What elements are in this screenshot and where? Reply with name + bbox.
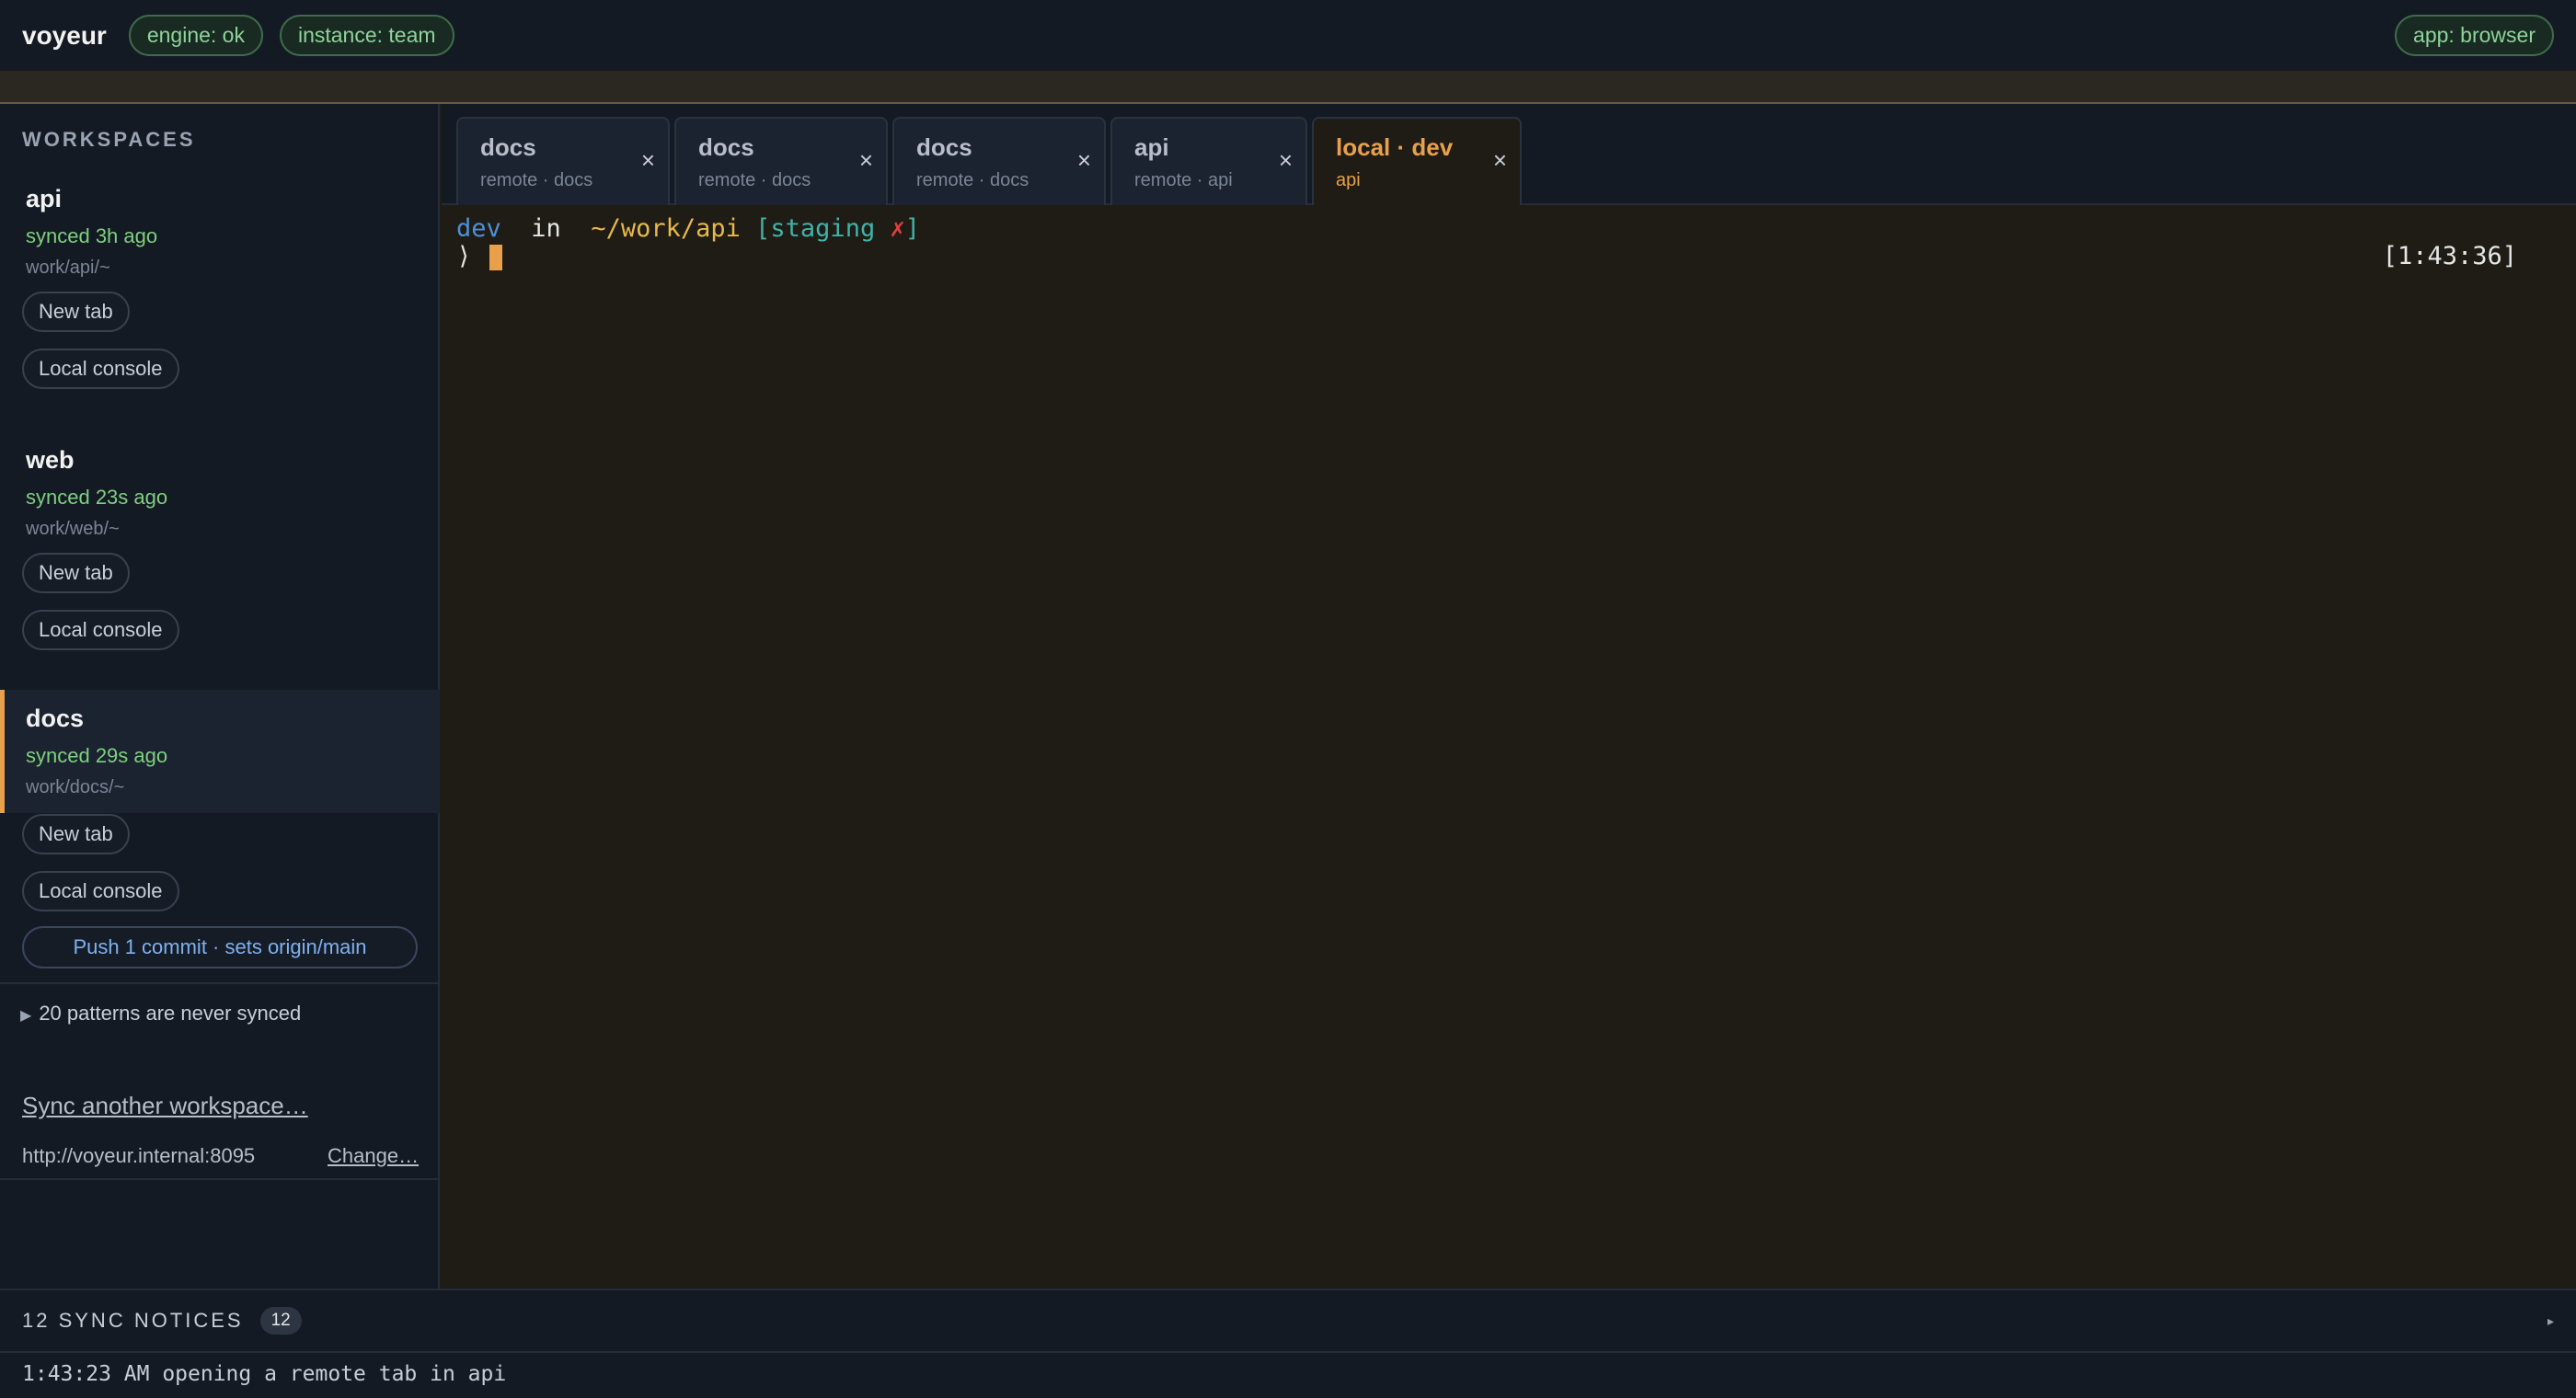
close-icon[interactable]: ×: [641, 146, 655, 175]
sync-notices-title: 12 SYNC NOTICES: [22, 1309, 244, 1332]
close-icon[interactable]: ×: [1493, 146, 1507, 175]
tab-title: api: [1134, 133, 1169, 161]
never-synced-patterns-toggle[interactable]: ▶ 20 patterns are never synced: [20, 1002, 301, 1026]
tab-subtitle: remote · docs: [916, 170, 1029, 190]
new-tab-button[interactable]: New tab: [22, 292, 130, 332]
workspace-web: web synced 23s ago work/web/~: [0, 439, 440, 562]
terminal-cursor: [489, 244, 503, 270]
workspace-path: work/web/~: [26, 519, 120, 539]
local-console-button[interactable]: Local console: [22, 349, 179, 389]
workspace-name: api: [26, 185, 63, 212]
push-commit-button[interactable]: Push 1 commit · sets origin/main: [22, 926, 418, 968]
change-server-link[interactable]: Change…: [328, 1144, 419, 1168]
prompt-path: ~/work/api: [591, 214, 741, 243]
tab-local-dev[interactable]: local · dev api ×: [1312, 117, 1522, 205]
app-badge: app: browser: [2395, 15, 2554, 56]
workspace-path: work/api/~: [26, 258, 110, 278]
workspace-docs: docs synced 29s ago work/docs/~: [0, 690, 440, 813]
terminal-timestamp: [1:43:36]: [2382, 242, 2517, 270]
prompt-user: dev: [456, 214, 501, 243]
instance-badge: instance: team: [279, 15, 454, 56]
prompt-branch: [staging: [755, 214, 876, 243]
close-icon[interactable]: ×: [1279, 146, 1293, 175]
tab-title: docs: [916, 133, 972, 161]
terminal-prompt-line: dev in ~/work/api [staging ✗]: [456, 214, 920, 243]
workspace-header[interactable]: api synced 3h ago work/api/~: [0, 178, 440, 301]
never-synced-patterns-label: 20 patterns are never synced: [39, 1002, 302, 1025]
prompt-branch-close: ]: [904, 214, 920, 243]
workspace-sync-status: synced 3h ago: [26, 224, 158, 247]
workspace-path: work/docs/~: [26, 777, 125, 797]
workspace-header[interactable]: web synced 23s ago work/web/~: [0, 439, 440, 562]
sync-another-workspace-link[interactable]: Sync another workspace…: [22, 1092, 308, 1120]
terminal[interactable]: dev in ~/work/api [staging ✗] ⟩ [1:43:36…: [442, 207, 2576, 1289]
tab-title: local · dev: [1336, 133, 1454, 161]
workspace-name: docs: [26, 705, 85, 732]
workspace-sync-status: synced 23s ago: [26, 486, 168, 509]
local-console-button[interactable]: Local console: [22, 610, 179, 650]
tab-docs-1[interactable]: docs remote · docs ×: [456, 117, 670, 205]
divider: [0, 982, 440, 984]
notice-strip: [0, 71, 2576, 104]
tab-title: docs: [698, 133, 754, 161]
tab-docs-2[interactable]: docs remote · docs ×: [674, 117, 888, 205]
top-bar: voyeur engine: ok instance: team app: br…: [0, 0, 2576, 71]
app-brand: voyeur: [22, 20, 107, 50]
triangle-right-icon: ▶: [20, 1008, 32, 1024]
terminal-input-line: ⟩: [456, 242, 503, 270]
close-icon[interactable]: ×: [859, 146, 873, 175]
tab-subtitle: remote · api: [1134, 170, 1233, 190]
tab-subtitle: remote · docs: [480, 170, 593, 190]
prompt-in: in: [531, 214, 561, 243]
workspace-sync-status: synced 29s ago: [26, 744, 168, 767]
tab-api[interactable]: api remote · api ×: [1110, 117, 1307, 205]
dirty-mark-icon: ✗: [890, 214, 905, 243]
sync-notices-count-badge: 12: [259, 1307, 302, 1335]
prompt-symbol: ⟩: [456, 242, 472, 270]
new-tab-button[interactable]: New tab: [22, 814, 130, 854]
tab-bar: docs remote · docs × docs remote · docs …: [442, 104, 2576, 205]
close-icon[interactable]: ×: [1077, 146, 1091, 175]
tab-subtitle: remote · docs: [698, 170, 811, 190]
log-line: 1:43:23 AM opening a remote tab in api: [0, 1351, 2576, 1398]
sync-notices-bar[interactable]: 12 SYNC NOTICES 12 ▸: [0, 1289, 2576, 1351]
new-tab-button[interactable]: New tab: [22, 553, 130, 593]
sidebar-title: WORKSPACES: [22, 128, 196, 151]
engine-status-badge: engine: ok: [128, 15, 263, 56]
tab-title: docs: [480, 133, 536, 161]
tab-subtitle: api: [1336, 170, 1361, 190]
sidebar-footer: [0, 1178, 440, 1289]
tab-docs-3[interactable]: docs remote · docs ×: [892, 117, 1106, 205]
workspace-api: api synced 3h ago work/api/~: [0, 178, 440, 301]
workspace-name: web: [26, 446, 75, 474]
local-console-button[interactable]: Local console: [22, 871, 179, 911]
expand-triangle-icon[interactable]: ▸: [2547, 1313, 2554, 1329]
server-url: http://voyeur.internal:8095: [22, 1144, 256, 1167]
workspace-header[interactable]: docs synced 29s ago work/docs/~: [0, 690, 440, 813]
